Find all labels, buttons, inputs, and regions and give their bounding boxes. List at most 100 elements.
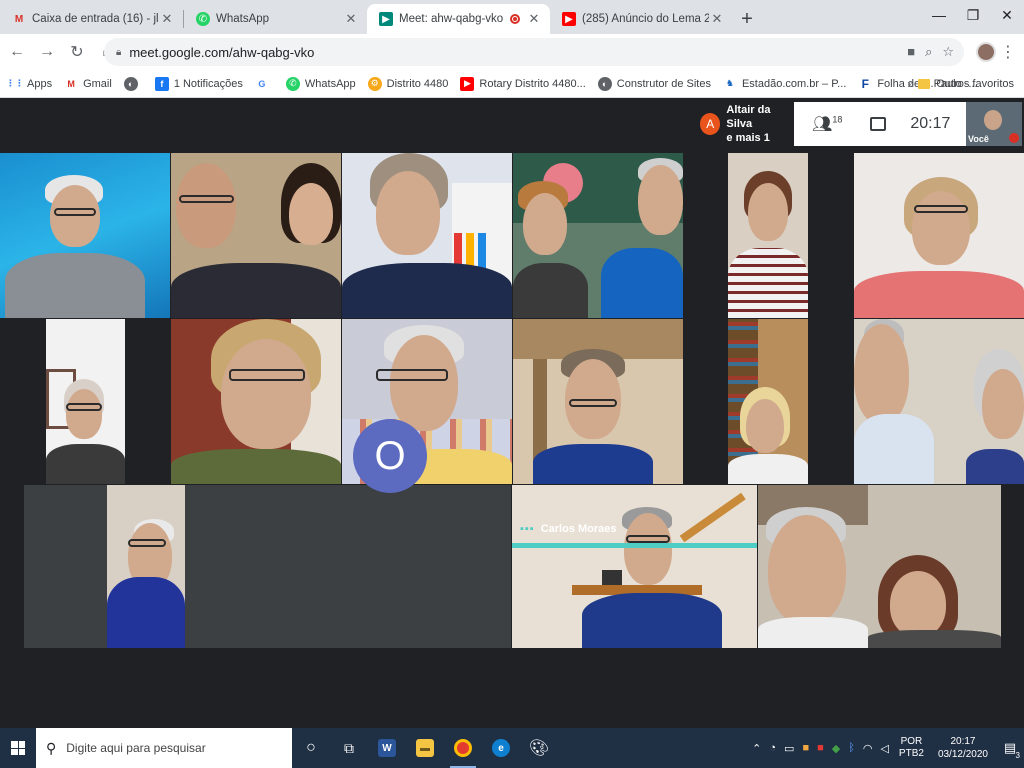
antivirus-icon[interactable]: ■ xyxy=(817,742,824,754)
address-bar[interactable]: 🔒︎ meet.google.com/ahw-qabg-vko ■ ⌕ ☆ xyxy=(104,38,964,66)
bookmark-facebook[interactable]: f1 Notificações xyxy=(154,76,243,91)
volume-icon[interactable]: ◁ xyxy=(880,742,888,755)
estadao-icon: ♞ xyxy=(725,78,734,88)
minimize-icon[interactable]: — xyxy=(922,0,956,30)
lock-icon: 🔒︎ xyxy=(116,46,122,58)
tab-title: WhatsApp xyxy=(216,13,270,25)
chevron-up-icon[interactable]: ⌃ xyxy=(752,742,761,755)
shield-icon[interactable]: ◆ xyxy=(832,742,840,755)
windows-taskbar: ⚲ Digite aqui para pesquisar ○ ⧉ W ▬ e 🎨… xyxy=(0,728,1024,768)
participant-tile[interactable] xyxy=(171,153,341,318)
paint-icon[interactable]: 🎨︎ xyxy=(520,728,558,768)
self-view[interactable]: Você xyxy=(966,102,1022,146)
tab-youtube[interactable]: ▶ (285) Anúncio do Lema 2020-21 ✕ xyxy=(550,4,733,34)
bookmark-apps[interactable]: ⋮⋮ Apps xyxy=(6,77,52,91)
notification-count: 3 xyxy=(1015,751,1020,760)
self-label: Você xyxy=(968,134,989,144)
language-indicator[interactable]: POR PTB2 xyxy=(899,736,924,760)
tab-title: Meet: ahw-qabg-vko xyxy=(399,13,504,25)
bookmark-distrito[interactable]: ⚙ Distrito 4480 xyxy=(367,76,448,91)
participant-tile[interactable] xyxy=(513,319,683,484)
start-button[interactable] xyxy=(0,728,36,768)
zoom-icon[interactable]: ⌕ xyxy=(925,44,932,60)
caller-sub: e mais 1 xyxy=(726,132,770,144)
close-window-icon[interactable]: ✕ xyxy=(990,0,1024,30)
folha-icon: F xyxy=(861,76,869,91)
back-icon[interactable]: ← xyxy=(4,39,30,65)
chrome-icon[interactable] xyxy=(444,728,482,768)
bookmarks-overflow-icon[interactable]: » xyxy=(907,77,914,91)
system-tray: ⌃ ◔ ▭ ■ ■ ◆ ᛒ ◠ ◁ POR PTB2 20:17 03/12/2… xyxy=(748,728,1024,768)
presenter-chip[interactable]: A Altair da Silva e mais 1 xyxy=(694,102,794,146)
notification-center-icon[interactable]: ▤ 3 xyxy=(996,728,1024,768)
apps-grid-icon: ⋮⋮ xyxy=(6,78,24,88)
menu-icon[interactable]: ⋮ xyxy=(1000,42,1016,62)
whatsapp-icon: ✆ xyxy=(285,76,300,91)
participant-tile[interactable] xyxy=(0,153,170,318)
folder-icon xyxy=(918,78,931,89)
speaking-indicator-icon: ▪▪▪ xyxy=(520,523,535,535)
meeting-time: 20:17 xyxy=(910,115,951,132)
active-speaker-bar xyxy=(512,543,757,548)
bookmark-estadao[interactable]: ♞ Estadão.com.br – P... xyxy=(723,77,846,91)
word-icon[interactable]: W xyxy=(368,728,406,768)
search-placeholder: Digite aqui para pesquisar xyxy=(66,741,206,755)
participant-tile[interactable] xyxy=(513,153,683,318)
participant-tile[interactable] xyxy=(24,485,511,648)
participant-tile[interactable] xyxy=(854,319,1024,484)
speaker-name: Carlos Moraes xyxy=(540,523,617,535)
bookmark-gmail[interactable]: M Gmail xyxy=(64,77,111,91)
bluetooth-icon[interactable]: ᛒ xyxy=(848,742,855,754)
restore-icon[interactable]: ❐ xyxy=(956,0,990,30)
avatar[interactable] xyxy=(976,42,996,62)
people-tray-icon[interactable]: ◔ xyxy=(769,742,776,754)
bookmark-globe[interactable]: ◐ xyxy=(123,76,143,91)
wifi-icon[interactable]: ◠ xyxy=(863,742,873,755)
tab-strip: M Caixa de entrada (16) - jlpavam@ ✕ ✆ W… xyxy=(0,0,1024,34)
bookmark-whatsapp[interactable]: ✆ WhatsApp xyxy=(285,76,356,91)
close-icon[interactable]: ✕ xyxy=(159,11,175,27)
close-icon[interactable]: ✕ xyxy=(343,11,359,27)
file-explorer-icon[interactable]: ▬ xyxy=(406,728,444,768)
search-icon: ⚲ xyxy=(46,739,57,756)
app-tray-icon[interactable]: ■ xyxy=(802,742,809,754)
chat-icon[interactable] xyxy=(870,117,887,131)
people-icon: 👥︎ xyxy=(812,116,833,133)
reload-icon[interactable]: ↻ xyxy=(64,39,90,65)
participant-tile[interactable] xyxy=(171,319,341,484)
people-button[interactable]: 👥︎18 xyxy=(812,114,842,134)
cortana-icon[interactable]: ○ xyxy=(292,728,330,768)
participant-tile[interactable] xyxy=(728,153,808,318)
participant-tile[interactable] xyxy=(728,319,808,484)
tab-whatsapp[interactable]: ✆ WhatsApp ✕ xyxy=(184,4,367,34)
task-view-icon[interactable]: ⧉ xyxy=(330,728,368,768)
participant-tile[interactable] xyxy=(342,153,512,318)
forward-icon[interactable]: → xyxy=(34,39,60,65)
close-icon[interactable]: ✕ xyxy=(526,11,542,27)
taskbar-clock[interactable]: 20:17 03/12/2020 xyxy=(938,735,988,761)
camera-icon[interactable]: ■ xyxy=(907,44,915,60)
avatar: A xyxy=(700,113,721,135)
tab-meet[interactable]: ▶ Meet: ahw-qabg-vko ✕ xyxy=(367,4,550,34)
tab-gmail[interactable]: M Caixa de entrada (16) - jlpavam@ ✕ xyxy=(0,4,183,34)
close-icon[interactable]: ✕ xyxy=(709,11,725,27)
participant-tile-speaking[interactable] xyxy=(512,485,757,648)
new-tab-button[interactable]: + xyxy=(733,4,761,34)
participant-tile[interactable] xyxy=(854,153,1024,318)
globe-icon: ◐ xyxy=(597,76,612,91)
bookmark-rotary-youtube[interactable]: ▶ Rotary Distrito 4480... xyxy=(460,76,586,91)
mic-off-icon xyxy=(1009,133,1019,143)
globe-icon: ◐ xyxy=(123,76,138,91)
bookmark-construtor[interactable]: ◐ Construtor de Sites xyxy=(597,76,711,91)
taskbar-search-input[interactable]: ⚲ Digite aqui para pesquisar xyxy=(36,728,292,768)
recording-icon xyxy=(510,14,520,24)
edge-icon[interactable]: e xyxy=(482,728,520,768)
other-bookmarks[interactable]: Outros favoritos xyxy=(918,78,1014,90)
participant-tile[interactable] xyxy=(46,319,125,484)
whatsapp-icon: ✆ xyxy=(196,12,210,26)
star-icon[interactable]: ☆ xyxy=(942,44,954,60)
battery-icon[interactable]: ▭ xyxy=(784,742,794,755)
tab-title: Caixa de entrada (16) - jlpavam@ xyxy=(32,13,159,25)
participant-tile[interactable] xyxy=(758,485,1001,648)
bookmark-google[interactable]: G xyxy=(255,77,274,91)
